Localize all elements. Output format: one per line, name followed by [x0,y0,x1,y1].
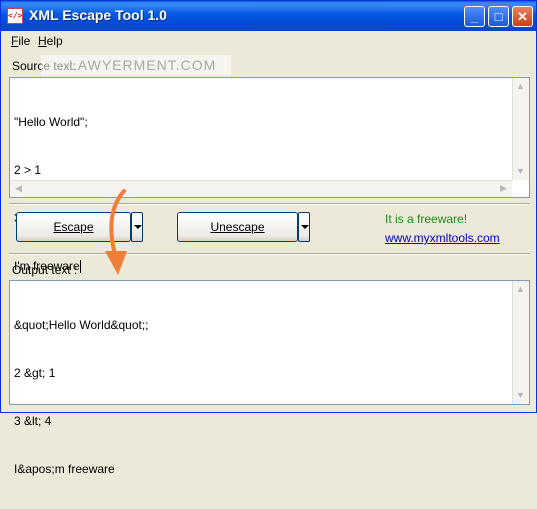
output-text-label: Output text : [12,263,78,277]
close-button[interactable]: ✕ [512,6,533,27]
menu-bar: File Help [1,31,536,51]
chevron-down-icon [301,225,309,229]
divider-bottom [9,253,530,255]
source-vertical-scrollbar[interactable]: ▲ ▼ [512,78,529,180]
source-line: 2 > 1 [14,163,42,177]
escape-label: Escape [53,220,94,234]
unescape-label: Unescape [210,220,265,234]
source-horizontal-scrollbar[interactable]: ◀ ▶ [10,180,512,197]
output-textarea[interactable]: &quot;Hello World&quot;; 2 &gt; 1 3 &lt;… [9,280,530,476]
menu-file-rest: ile [18,34,31,48]
output-vertical-scrollbar[interactable]: ▲ ▼ [512,281,529,404]
output-line: 2 &gt; 1 [14,366,56,380]
text-cursor [79,260,81,274]
unescape-button[interactable]: Unescape [177,212,298,242]
divider-top [9,203,530,205]
app-window: </> XML Escape Tool 1.0 _ □ ✕ File Help … [0,0,537,476]
scroll-up-icon[interactable]: ▲ [513,79,528,94]
watermark: LAWYERMENT.COM [41,55,231,75]
source-line: "Hello World"; [14,115,88,129]
output-line: I&apos;m freeware [14,462,115,476]
menu-file[interactable]: File [11,34,30,48]
website-link[interactable]: www.myxmltools.com [385,231,500,245]
output-line: &quot;Hello World&quot;; [14,318,149,332]
source-textarea[interactable]: "Hello World"; 2 > 1 3 < 4 I'm freeware … [9,77,530,274]
minimize-icon: _ [470,9,479,24]
curved-arrow-icon [105,189,127,275]
source-line: I'm freeware [14,258,509,274]
close-icon: ✕ [517,9,528,24]
output-line: 3 &lt; 4 [14,414,52,428]
unescape-dropdown-button[interactable] [298,212,310,242]
scroll-down-icon[interactable]: ▼ [513,388,528,403]
maximize-button[interactable]: □ [488,6,509,27]
scroll-right-icon[interactable]: ▶ [496,181,511,196]
minimize-button[interactable]: _ [464,6,485,27]
menu-help-accel: H [38,34,47,48]
title-bar[interactable]: </> XML Escape Tool 1.0 _ □ ✕ [1,1,536,31]
scroll-up-icon[interactable]: ▲ [513,282,528,297]
output-text-content[interactable]: &quot;Hello World&quot;; 2 &gt; 1 3 &lt;… [14,285,509,509]
freeware-notice: It is a freeware! [385,212,468,226]
window-title: XML Escape Tool 1.0 [29,7,167,23]
maximize-icon: □ [494,9,503,24]
xml-app-icon: </> [7,8,23,24]
menu-help[interactable]: Help [38,34,63,48]
menu-help-rest: elp [46,34,63,48]
scroll-left-icon[interactable]: ◀ [11,181,26,196]
scroll-down-icon[interactable]: ▼ [513,164,528,179]
